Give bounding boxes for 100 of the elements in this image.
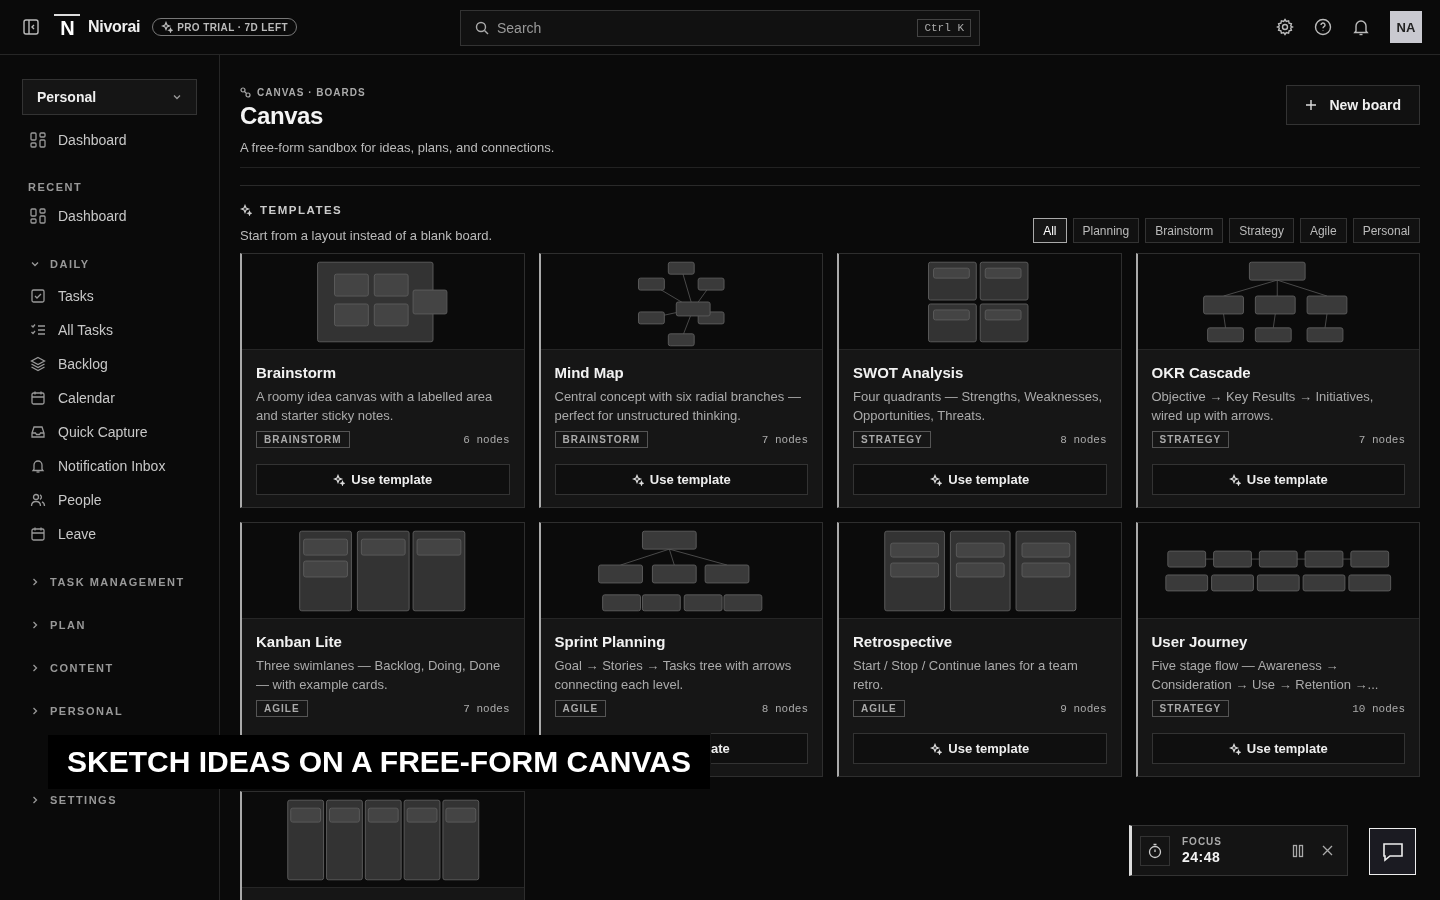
sidebar-item[interactable]: Backlog bbox=[22, 347, 197, 381]
node-count: 7 nodes bbox=[463, 702, 510, 715]
section-header[interactable]: TASK MANAGEMENT bbox=[22, 570, 197, 594]
sparkle-icon bbox=[1228, 473, 1241, 486]
sidebar-toggle-icon[interactable] bbox=[22, 18, 40, 36]
checkbox-icon bbox=[30, 288, 46, 304]
use-template-button[interactable]: Use template bbox=[256, 464, 510, 495]
inbox-icon bbox=[30, 424, 46, 440]
card-title: SWOT Analysis bbox=[853, 364, 965, 381]
close-icon[interactable] bbox=[1322, 845, 1333, 856]
chevron-down-icon bbox=[30, 259, 40, 269]
bell-icon[interactable] bbox=[1352, 18, 1370, 36]
card-title: Kanban Lite bbox=[256, 633, 343, 650]
node-count: 7 nodes bbox=[1358, 433, 1405, 446]
use-template-button[interactable]: Use template bbox=[853, 733, 1107, 764]
category-tag: STRATEGY bbox=[853, 431, 931, 448]
page-subtitle: A free-form sandbox for ideas, plans, and connections. bbox=[240, 140, 555, 155]
layers-icon bbox=[30, 356, 46, 372]
use-template-button[interactable]: Use template bbox=[1151, 733, 1405, 764]
node-count: 9 nodes bbox=[1060, 702, 1107, 715]
section-hint: Start from a layout instead of a blank board. bbox=[240, 228, 493, 243]
filter-tab[interactable]: Strategy bbox=[1229, 218, 1294, 243]
sidebar-item[interactable]: Leave bbox=[22, 517, 197, 551]
card-title: Brainstorm bbox=[256, 364, 338, 381]
settings-icon[interactable] bbox=[1276, 18, 1294, 36]
filter-tab[interactable]: All bbox=[1033, 218, 1067, 243]
chevron-right-icon bbox=[30, 577, 40, 587]
card-description: Central concept with six radial branches — perfect for unstructured thinking. bbox=[554, 388, 802, 425]
help-icon[interactable] bbox=[1314, 18, 1332, 36]
calendar-icon bbox=[30, 390, 46, 406]
checklist-icon bbox=[30, 322, 46, 338]
node-count: 8 nodes bbox=[761, 702, 808, 715]
sidebar-item[interactable]: People bbox=[22, 483, 197, 517]
card-title: Retrospective bbox=[853, 633, 954, 650]
section-header[interactable]: PLAN bbox=[22, 613, 197, 637]
shortcut-hint: Ctrl K bbox=[917, 19, 971, 37]
sparkle-icon bbox=[161, 21, 174, 33]
category-tag: AGILE bbox=[853, 700, 905, 717]
timer-button[interactable] bbox=[1140, 835, 1170, 866]
caption-text: SKETCH IDEAS ON A FREE-FORM CANVAS bbox=[67, 745, 691, 779]
pause-icon[interactable] bbox=[1292, 843, 1304, 858]
card-title: Sprint Planning bbox=[554, 633, 667, 650]
section-header[interactable]: SETTINGS bbox=[22, 788, 197, 812]
section-header[interactable]: CONTENT bbox=[22, 656, 197, 680]
page-title: Canvas bbox=[240, 102, 324, 130]
sparkle-icon bbox=[930, 473, 943, 486]
workspace-dropdown[interactable]: Personal bbox=[22, 79, 197, 115]
sparkle-icon bbox=[333, 473, 346, 486]
stopwatch-icon bbox=[1147, 842, 1163, 859]
brand-name: Nivorai bbox=[88, 18, 141, 36]
chevron-right-icon bbox=[30, 706, 40, 716]
card-description: Objective → Key Results → Initiatives, wired up with arrows. bbox=[1151, 388, 1375, 425]
breadcrumb: CANVAS · BOARDS bbox=[257, 87, 366, 98]
node-count: 8 nodes bbox=[1060, 433, 1107, 446]
chevron-right-icon bbox=[30, 663, 40, 673]
filter-tab[interactable]: Planning bbox=[1072, 218, 1140, 243]
chat-button[interactable] bbox=[1369, 828, 1416, 875]
section-header[interactable]: DAILY bbox=[22, 252, 197, 276]
section-header[interactable]: PERSONAL bbox=[22, 699, 197, 723]
use-template-button[interactable]: ate bbox=[711, 733, 808, 764]
chevron-right-icon bbox=[30, 795, 40, 805]
category-tag: BRAINSTORM bbox=[554, 431, 649, 448]
sidebar-item[interactable]: All Tasks bbox=[22, 313, 197, 347]
chevron-down-icon bbox=[172, 92, 182, 102]
filter-tab[interactable]: Brainstorm bbox=[1145, 218, 1224, 243]
filter-tab[interactable]: Agile bbox=[1299, 218, 1347, 243]
sidebar-item[interactable]: Quick Capture bbox=[22, 415, 197, 449]
plus-icon bbox=[1305, 99, 1318, 111]
node-count: 10 nodes bbox=[1352, 702, 1405, 715]
card-description: Three swimlanes — Backlog, Doing, Done — with example cards. bbox=[256, 657, 502, 694]
sidebar-item[interactable]: Tasks bbox=[22, 279, 197, 313]
use-template-button[interactable]: Use template bbox=[554, 464, 808, 495]
section-title: TEMPLATES bbox=[260, 204, 343, 216]
use-template-button[interactable]: Use template bbox=[853, 464, 1107, 495]
card-description: A roomy idea canvas with a labelled area and starter sticky notes. bbox=[256, 388, 494, 425]
sidebar-item[interactable]: Notification Inbox bbox=[22, 449, 197, 483]
new-board-button[interactable]: New board bbox=[1286, 85, 1420, 125]
category-tag: BRAINSTORM bbox=[256, 431, 350, 448]
people-icon bbox=[30, 492, 46, 508]
sidebar-item[interactable]: Dashboard bbox=[22, 199, 197, 233]
filter-tab[interactable]: Personal bbox=[1352, 218, 1420, 243]
section-label: RECENT bbox=[27, 180, 84, 195]
search-placeholder: Search bbox=[497, 20, 543, 36]
sidebar-item[interactable]: Dashboard bbox=[22, 123, 197, 157]
search-icon bbox=[475, 21, 489, 35]
category-tag: STRATEGY bbox=[1151, 431, 1230, 448]
card-description: Four quadrants — Strengths, Weaknesses, Opportunities, Threats. bbox=[853, 388, 1104, 425]
card-title: User Journey bbox=[1151, 633, 1249, 650]
search-field[interactable]: Search Ctrl K bbox=[460, 10, 980, 46]
card-description: Five stage flow — Awareness → Consideration → Use → Retention →... bbox=[1151, 657, 1380, 694]
category-tag: AGILE bbox=[256, 700, 308, 717]
sidebar-item[interactable]: Calendar bbox=[22, 381, 197, 415]
sparkle-icon bbox=[631, 473, 644, 486]
card-description: Start / Stop / Continue lanes for a team retro. bbox=[853, 657, 1079, 694]
user-avatar[interactable]: NA bbox=[1390, 11, 1422, 43]
use-template-button[interactable]: Use template bbox=[1151, 464, 1405, 495]
sparkle-icon bbox=[240, 204, 252, 216]
dashboard-icon bbox=[30, 208, 46, 224]
node-count: 6 nodes bbox=[463, 433, 510, 446]
chat-icon bbox=[1381, 841, 1404, 862]
